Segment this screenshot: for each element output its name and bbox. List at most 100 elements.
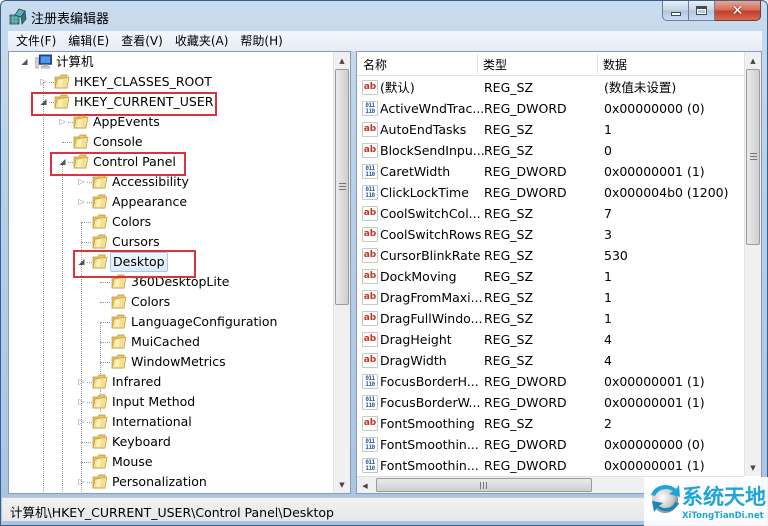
scroll-down-button[interactable]: ▼	[334, 476, 350, 493]
collapsed-arrow-icon[interactable]: ▷	[77, 197, 86, 206]
tree-node[interactable]: Mouse	[9, 452, 329, 472]
tree-node[interactable]: Colors	[9, 292, 329, 312]
folder-icon	[92, 194, 108, 209]
value-type: REG_SZ	[484, 80, 534, 95]
collapsed-arrow-icon[interactable]: ▷	[39, 77, 48, 86]
title-bar[interactable]: 注册表编辑器 ✕	[1, 1, 767, 31]
value-data: 0x00000000 (0)	[604, 437, 705, 452]
scroll-up-button[interactable]: ▲	[334, 52, 350, 69]
value-row[interactable]: 011 110 CaretWidth REG_DWORD 0x00000001 (1)	[357, 161, 744, 182]
value-row[interactable]: ab AutoEndTasks REG_SZ 1	[357, 119, 744, 140]
value-data: 0x00000001 (1)	[604, 395, 705, 410]
value-data: (数值未设置)	[604, 80, 677, 95]
folder-icon	[92, 454, 108, 469]
tree-node-label: Colors	[131, 294, 171, 309]
value-name: AutoEndTasks	[380, 122, 467, 137]
tree-node[interactable]: MuiCached	[9, 332, 329, 352]
value-row[interactable]: 011 110 FontSmoothin... REG_DWORD 0x00000000…	[357, 434, 744, 455]
folder-icon	[111, 314, 127, 329]
value-row[interactable]: ab FontSmoothing REG_SZ 2	[357, 413, 744, 434]
close-button[interactable]: ✕	[715, 1, 761, 21]
collapsed-arrow-icon[interactable]: ▷	[77, 377, 86, 386]
value-row[interactable]: ab BlockSendInpu... REG_SZ 0	[357, 140, 744, 161]
tree-node[interactable]: ▷ Infrared	[9, 372, 329, 392]
column-name-header[interactable]: 名称	[363, 56, 387, 73]
value-row[interactable]: ab DragFullWindo... REG_SZ 1	[357, 308, 744, 329]
tree-node[interactable]: ▷ Personalization	[9, 472, 329, 492]
minimize-icon	[670, 11, 681, 16]
tree-connector	[100, 322, 110, 323]
tree-connector	[81, 222, 91, 223]
value-row[interactable]: ab DragHeight REG_SZ 4	[357, 329, 744, 350]
value-row[interactable]: ab (默认) REG_SZ (数值未设置)	[357, 77, 744, 98]
collapsed-arrow-icon[interactable]: ▷	[58, 117, 67, 126]
column-separator[interactable]	[477, 54, 478, 74]
collapsed-arrow-icon[interactable]: ▷	[77, 477, 86, 486]
value-row[interactable]: 011 110 ClickLockTime REG_DWORD 0x000004b0 (…	[357, 182, 744, 203]
value-type: REG_SZ	[484, 248, 534, 263]
value-row[interactable]: ab DragWidth REG_SZ 4	[357, 350, 744, 371]
value-row[interactable]: ab DragFromMaxi... REG_SZ 1	[357, 287, 744, 308]
horizontal-scroll-thumb[interactable]	[376, 478, 592, 492]
value-row[interactable]: 011 110 FocusBorderW... REG_DWORD 0x00000001…	[357, 392, 744, 413]
value-data: 0x00000000 (0)	[604, 101, 705, 116]
value-row[interactable]: ab CoolSwitchCol... REG_SZ 7	[357, 203, 744, 224]
collapsed-arrow-icon[interactable]: ▷	[77, 417, 86, 426]
tree-node[interactable]: Colors	[9, 212, 329, 232]
value-data: 1	[604, 290, 612, 305]
values-vertical-scrollbar[interactable]: ▲ ▼	[744, 52, 761, 476]
folder-icon	[92, 234, 108, 249]
value-data: 0x00000001 (1)	[604, 458, 705, 473]
menu-help[interactable]: 帮助(H)	[234, 31, 288, 51]
menu-file[interactable]: 文件(F)	[10, 31, 62, 51]
minimize-button[interactable]	[662, 1, 689, 21]
tree-node[interactable]: Keyboard	[9, 432, 329, 452]
values-scroll-thumb[interactable]	[746, 69, 760, 245]
watermark-url: XiTongTianDi.net	[682, 511, 764, 521]
collapsed-arrow-icon[interactable]: ▷	[77, 177, 86, 186]
tree-node[interactable]: WindowMetrics	[9, 352, 329, 372]
collapsed-arrow-icon[interactable]: ▷	[77, 397, 86, 406]
value-row[interactable]: 011 110 ActiveWndTrac... REG_DWORD 0x0000000…	[357, 98, 744, 119]
tree-node[interactable]: ▷ Input Method	[9, 392, 329, 412]
value-row[interactable]: ab CursorBlinkRate REG_SZ 530	[357, 245, 744, 266]
value-name: FontSmoothing	[380, 416, 475, 431]
scroll-up-button[interactable]: ▲	[745, 52, 761, 69]
tree-node[interactable]: Cursors	[9, 232, 329, 252]
value-row[interactable]: ab CoolSwitchRows REG_SZ 3	[357, 224, 744, 245]
folder-icon	[92, 214, 108, 229]
tree-node[interactable]: ▷ International	[9, 412, 329, 432]
tree-connector	[81, 442, 91, 443]
tree-node[interactable]: ▷ HKEY_CLASSES_ROOT	[9, 72, 329, 92]
maximize-button[interactable]	[689, 1, 715, 21]
value-data: 1	[604, 269, 612, 284]
value-row[interactable]: 011 110 FocusBorderH... REG_DWORD 0x00000001…	[357, 371, 744, 392]
value-row[interactable]: 011 110 FontSmoothin... REG_DWORD 0x00000001…	[357, 455, 744, 476]
column-data-header[interactable]: 数据	[603, 56, 627, 73]
tree-node-computer[interactable]: ◢ 计算机	[9, 52, 329, 72]
expanded-arrow-icon[interactable]: ◢	[20, 57, 29, 66]
value-type: REG_SZ	[484, 206, 534, 221]
tree-vertical-scrollbar[interactable]: ▲ ▼	[333, 52, 350, 493]
menu-view[interactable]: 查看(V)	[115, 31, 169, 51]
scroll-down-button[interactable]: ▼	[745, 459, 761, 476]
value-type: REG_SZ	[484, 269, 534, 284]
string-value-icon: ab	[362, 332, 378, 347]
value-type: REG_DWORD	[484, 374, 567, 389]
column-type-header[interactable]: 类型	[483, 56, 507, 73]
value-name: DragWidth	[380, 353, 447, 368]
value-type: REG_DWORD	[484, 164, 567, 179]
folder-icon	[92, 414, 108, 429]
folder-icon	[73, 134, 89, 149]
column-separator[interactable]	[597, 54, 598, 74]
current-key-path: 计算机\HKEY_CURRENT_USER\Control Panel\Desk…	[10, 505, 334, 520]
registry-editor-window: 注册表编辑器 ✕ 文件(F) 编辑(E) 查看(V) 收藏夹(A) 帮助(H) …	[0, 0, 768, 526]
scroll-left-button[interactable]: ◀	[357, 477, 373, 493]
value-row[interactable]: ab DockMoving REG_SZ 1	[357, 266, 744, 287]
tree-scroll-thumb[interactable]	[335, 69, 349, 305]
menu-edit[interactable]: 编辑(E)	[62, 31, 115, 51]
tree-node[interactable]: Console	[9, 132, 329, 152]
tree-node[interactable]: LanguageConfiguration	[9, 312, 329, 332]
tree-node[interactable]: ▷ Appearance	[9, 192, 329, 212]
menu-favorites[interactable]: 收藏夹(A)	[169, 31, 235, 51]
